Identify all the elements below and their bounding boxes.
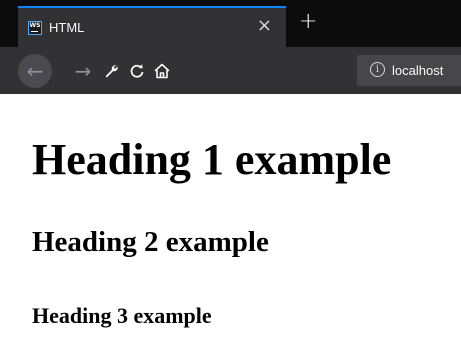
close-icon[interactable]: ×: [257, 15, 272, 37]
home-button[interactable]: [147, 56, 177, 86]
reload-icon: [130, 64, 144, 78]
heading-3: Heading 3 example: [32, 303, 212, 328]
heading-2: Heading 2 example: [32, 226, 269, 258]
tab-title: HTML: [49, 20, 85, 35]
page-content: Heading 1 example Heading 2 example Head…: [0, 94, 461, 355]
navigation-toolbar: ← → i localhost: [0, 47, 461, 94]
arrow-right-icon: →: [74, 59, 92, 83]
url-bar[interactable]: i localhost: [357, 55, 461, 86]
url-text[interactable]: localhost: [392, 62, 443, 79]
back-button[interactable]: ←: [18, 54, 52, 88]
tab-strip: WS HTML × +: [0, 0, 461, 47]
favicon-text: WS: [29, 22, 41, 29]
wrench-icon: [105, 65, 118, 78]
forward-button[interactable]: →: [68, 56, 98, 86]
webstorm-icon: WS: [28, 21, 42, 35]
heading-1: Heading 1 example: [32, 135, 392, 184]
arrow-left-icon: ←: [26, 59, 44, 83]
tab-html[interactable]: WS HTML ×: [18, 6, 286, 47]
info-icon[interactable]: i: [370, 62, 385, 77]
home-icon: [154, 63, 170, 79]
plus-icon[interactable]: +: [299, 10, 317, 34]
